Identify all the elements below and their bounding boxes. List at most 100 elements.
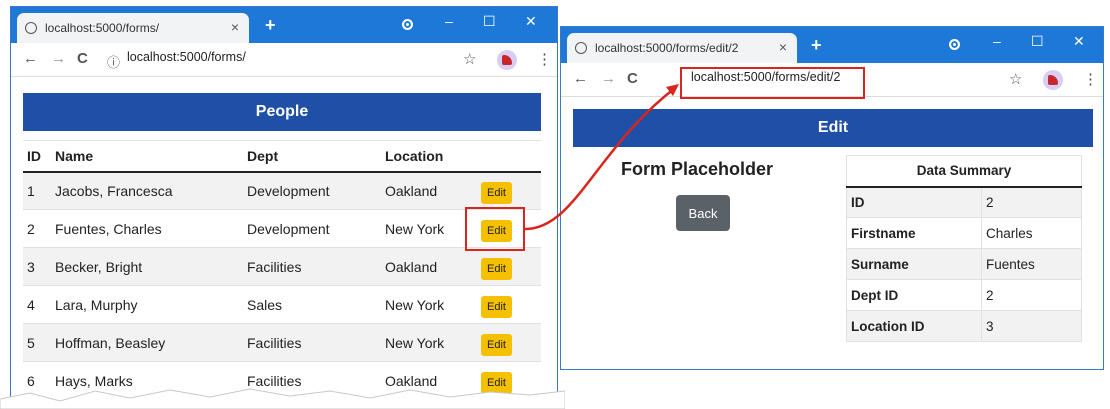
info-icon[interactable]: ⓘ [107,52,120,71]
cell-action: Edit [477,323,541,362]
cell-id: 1 [23,171,51,210]
edit-button[interactable]: Edit [481,334,512,356]
table-row: Location ID 3 [846,310,1082,342]
tab-title: localhost:5000/forms/edit/2 [595,41,739,55]
cell-location: Oakland [381,247,477,286]
cell-id: 4 [23,285,51,324]
summary-key: ID [846,186,982,218]
cell-name: Fuentes, Charles [51,209,243,248]
title-bar: localhost:5000/forms/edit/2 × + – ☐ ✕ [561,27,1103,63]
column-header-dept: Dept [243,140,381,173]
profile-indicator-icon[interactable] [402,19,413,30]
close-window-button[interactable]: ✕ [525,13,537,30]
edit-button[interactable]: Edit [481,296,512,318]
cell-dept: Sales [243,285,381,324]
edit-button-highlight [465,207,525,251]
column-header-name: Name [51,140,243,173]
cell-id: 3 [23,247,51,286]
cell-id: 5 [23,323,51,362]
url-highlight [680,67,865,99]
forward-arrow-icon[interactable]: → [51,50,66,67]
edit-button[interactable]: Edit [481,258,512,280]
new-tab-button[interactable]: + [265,15,276,36]
menu-kebab-icon[interactable]: ⋮ [537,50,552,68]
tab-close-icon[interactable]: × [779,39,787,55]
summary-key: Surname [846,248,982,280]
reload-icon[interactable]: C [627,70,638,87]
browser-toolbar: ← → C ⓘ localhost:5000/forms/ ☆ ⋮ [11,43,557,77]
browser-tab[interactable]: localhost:5000/forms/edit/2 × [567,33,797,63]
minimize-button[interactable]: – [993,33,1001,49]
torn-edge-path [0,388,565,409]
bookmark-star-icon[interactable]: ☆ [1009,70,1022,88]
cell-location: New York [381,285,477,324]
reload-icon[interactable]: C [77,50,88,67]
forward-arrow-icon[interactable]: → [601,70,616,87]
bookmark-star-icon[interactable]: ☆ [463,50,476,68]
cell-action: Edit [477,247,541,286]
edit-button[interactable]: Edit [481,182,512,205]
cell-dept: Development [243,209,381,248]
summary-key: Location ID [846,310,982,342]
torn-edge-decoration [0,388,565,409]
browser-tab[interactable]: localhost:5000/forms/ × [17,13,249,43]
cell-dept: Facilities [243,323,381,362]
cell-action: Edit [477,171,541,210]
back-arrow-icon[interactable]: ← [23,50,38,67]
close-window-button[interactable]: ✕ [1073,33,1085,50]
cell-name: Becker, Bright [51,247,243,286]
summary-value: Charles [981,217,1082,249]
summary-value: Fuentes [981,248,1082,280]
summary-key: Dept ID [846,279,982,311]
column-header-actions [477,140,541,173]
column-header-id: ID [23,140,51,173]
profile-avatar-icon[interactable] [1043,70,1063,90]
address-bar[interactable]: localhost:5000/forms/ [127,50,246,64]
cell-name: Lara, Murphy [51,285,243,324]
data-summary-table: Data Summary ID 2 Firstname Charles Surn… [846,155,1082,342]
maximize-button[interactable]: ☐ [1031,33,1044,50]
back-button[interactable]: Back [676,195,730,231]
column-header-location: Location [381,140,477,173]
table-row: 2 Fuentes, Charles Development New York … [23,209,541,248]
cell-dept: Development [243,171,381,210]
back-arrow-icon[interactable]: ← [573,70,588,87]
form-placeholder-heading: Form Placeholder [621,159,774,179]
summary-value: 2 [981,186,1082,218]
table-row: Dept ID 2 [846,279,1082,311]
maximize-button[interactable]: ☐ [483,13,496,30]
people-table: ID Name Dept Location 1 Jacobs, Francesc… [23,140,541,400]
page-title: People [23,93,541,131]
tab-close-icon[interactable]: × [231,19,239,35]
cell-dept: Facilities [243,247,381,286]
menu-kebab-icon[interactable]: ⋮ [1083,70,1098,88]
tab-title: localhost:5000/forms/ [45,21,160,35]
table-header-row: Data Summary [846,155,1082,188]
cell-location: New York [381,209,477,248]
globe-icon [25,22,37,34]
summary-value: 3 [981,310,1082,342]
globe-icon [575,42,587,54]
table-header-row: ID Name Dept Location [23,140,541,173]
cell-name: Jacobs, Francesca [51,171,243,210]
table-row: 5 Hoffman, Beasley Facilities New York E… [23,323,541,362]
table-row: 3 Becker, Bright Facilities Oakland Edit [23,247,541,286]
minimize-button[interactable]: – [445,13,453,29]
table-row: ID 2 [846,186,1082,218]
cell-action: Edit [477,285,541,324]
cell-name: Hoffman, Beasley [51,323,243,362]
title-bar: localhost:5000/forms/ × + – ☐ ✕ [11,7,557,43]
table-row: Surname Fuentes [846,248,1082,280]
table-row: 4 Lara, Murphy Sales New York Edit [23,285,541,324]
summary-value: 2 [981,279,1082,311]
profile-indicator-icon[interactable] [949,39,960,50]
profile-avatar-icon[interactable] [497,50,517,70]
table-row: Firstname Charles [846,217,1082,249]
new-tab-button[interactable]: + [811,35,822,56]
summary-key: Firstname [846,217,982,249]
table-row: 1 Jacobs, Francesca Development Oakland … [23,171,541,210]
cell-location: Oakland [381,171,477,210]
cell-id: 2 [23,209,51,248]
page-title: Edit [573,109,1093,147]
summary-title: Data Summary [846,155,1082,188]
